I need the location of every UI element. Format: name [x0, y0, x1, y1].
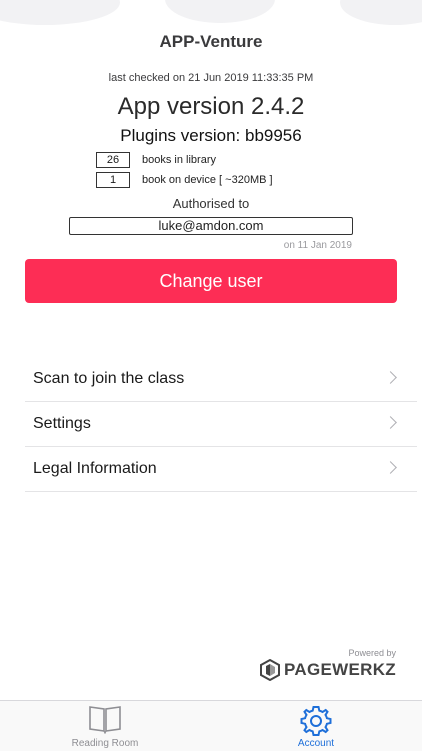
app-version: App version 2.4.2: [117, 93, 305, 120]
device-count: 1: [96, 172, 130, 188]
library-label: books in library: [142, 154, 216, 166]
powered-by-badge: Powered by PAGEWERKZ: [259, 648, 396, 681]
device-stat: 1 book on device [ ~320MB ]: [96, 172, 273, 188]
menu-item-legal[interactable]: Legal Information: [25, 447, 417, 492]
account-menu: Scan to join the class Settings Legal In…: [25, 357, 417, 492]
chevron-right-icon: [384, 416, 397, 429]
chevron-right-icon: [384, 371, 397, 384]
gear-icon: [300, 706, 332, 736]
menu-item-settings[interactable]: Settings: [25, 402, 417, 447]
menu-item-label: Legal Information: [33, 460, 157, 477]
authorised-date: on 11 Jan 2019: [283, 240, 352, 251]
app-title: APP-Venture: [159, 32, 263, 51]
brand-name: PAGEWERKZ: [284, 660, 396, 679]
device-label: book on device [ ~320MB ]: [142, 174, 273, 186]
last-checked-text: last checked on 21 Jun 2019 11:33:35 PM: [108, 72, 314, 84]
user-email: luke@amdon.com: [69, 217, 353, 235]
powered-by-text: Powered by: [348, 648, 396, 658]
tab-label: Account: [297, 738, 335, 749]
authorised-to-label: Authorised to: [172, 196, 250, 211]
library-stat: 26 books in library: [96, 152, 216, 168]
tab-label: Reading Room: [71, 738, 139, 749]
change-user-button[interactable]: Change user: [25, 259, 397, 303]
menu-item-label: Settings: [33, 415, 91, 432]
library-count: 26: [96, 152, 130, 168]
tab-bar: Reading Room Account: [0, 700, 422, 751]
plugins-version: Plugins version: bb9956: [120, 126, 302, 145]
tab-reading-room[interactable]: Reading Room: [25, 701, 185, 751]
tab-account[interactable]: Account: [236, 701, 396, 751]
book-icon: [89, 706, 121, 734]
pagewerkz-logo-icon: [260, 659, 281, 681]
chevron-right-icon: [384, 461, 397, 474]
menu-item-scan-class[interactable]: Scan to join the class: [25, 357, 417, 402]
header-decoration: [0, 0, 422, 30]
menu-item-label: Scan to join the class: [33, 370, 185, 387]
